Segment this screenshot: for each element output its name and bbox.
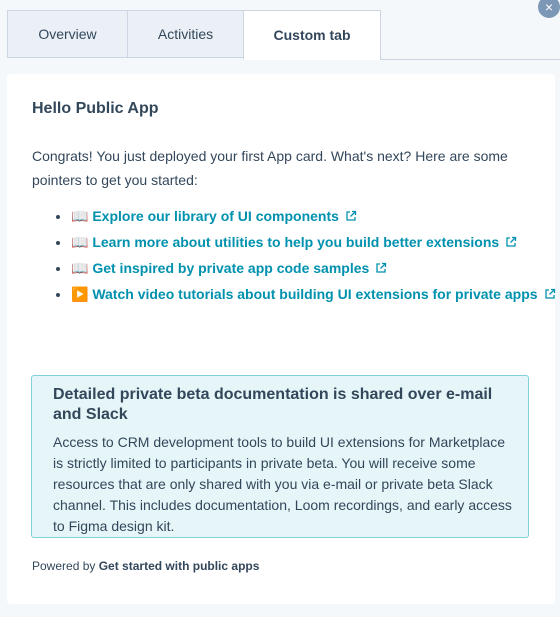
powered-by-prefix: Powered by	[32, 559, 96, 573]
tab-overview[interactable]: Overview	[7, 10, 128, 58]
tab-divider	[380, 59, 560, 60]
tab-label: Overview	[38, 26, 97, 42]
external-link-icon	[345, 210, 357, 222]
tab-custom[interactable]: Custom tab	[243, 10, 381, 60]
intro-text: Congrats! You just deployed your first A…	[32, 148, 508, 188]
book-icon: 📖	[71, 260, 89, 276]
video-tutorials-link[interactable]: Watch video tutorials about building UI …	[92, 286, 555, 302]
app-card: Hello Public App Congrats! You just depl…	[7, 74, 555, 604]
info-callout: Detailed private beta documentation is s…	[31, 375, 529, 538]
code-samples-link[interactable]: Get inspired by private app code samples	[92, 260, 387, 276]
public-apps-link[interactable]: Get started with public apps	[99, 559, 260, 573]
external-link-icon	[544, 288, 556, 300]
ui-components-link[interactable]: Explore our library of UI components	[92, 208, 357, 224]
play-icon: ▶️	[71, 286, 89, 302]
tab-activities[interactable]: Activities	[127, 10, 244, 58]
callout-body: Access to CRM development tools to build…	[53, 434, 512, 534]
card-title: Hello Public App	[32, 100, 159, 117]
book-icon: 📖	[71, 234, 89, 250]
external-link-icon	[505, 236, 517, 248]
list-item: 📖 Get inspired by private app code sampl…	[71, 256, 560, 280]
list-item: 📖 Explore our library of UI components	[71, 204, 560, 228]
list-item: ▶️ Watch video tutorials about building …	[71, 282, 560, 306]
utilities-link[interactable]: Learn more about utilities to help you b…	[92, 234, 517, 250]
external-link-icon	[375, 262, 387, 274]
powered-by: Powered by Get started with public apps	[32, 559, 259, 573]
tab-label: Custom tab	[273, 27, 351, 43]
tab-label: Activities	[157, 26, 214, 42]
list-item: 📖 Learn more about utilities to help you…	[71, 230, 560, 254]
book-icon: 📖	[71, 208, 89, 224]
tab-bar: Overview Activities Custom tab	[7, 10, 381, 60]
pointer-list: 📖 Explore our library of UI components 📖…	[43, 204, 560, 308]
close-icon[interactable]: ×	[538, 0, 560, 18]
callout-title: Detailed private beta documentation is s…	[53, 386, 493, 423]
